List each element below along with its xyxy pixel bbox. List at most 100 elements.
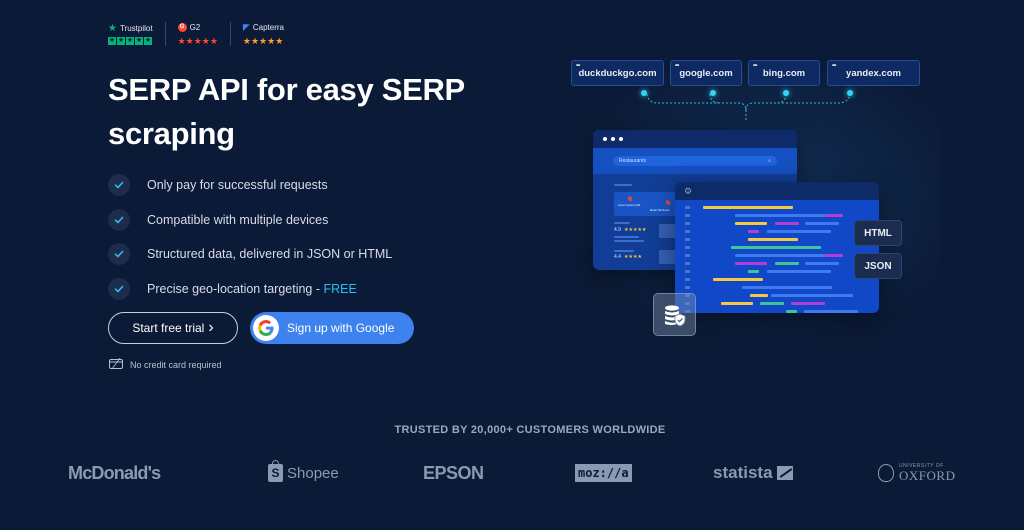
code-token xyxy=(771,294,853,297)
no-credit-card-note: No credit card required xyxy=(109,357,222,371)
code-token xyxy=(735,254,825,257)
mock-map: Lorem Ipsum Rd. Dolor Sit Amet xyxy=(614,192,684,216)
engine-label: duckduckgo.com xyxy=(578,67,657,79)
map-pin-icon xyxy=(626,195,634,202)
trusted-heading: TRUSTED BY 20,000+ CUSTOMERS WORLDWIDE xyxy=(394,424,666,436)
code-token xyxy=(775,222,799,225)
no-credit-card-text: No credit card required xyxy=(130,359,222,370)
window-dot xyxy=(611,137,615,141)
logo-shopee: S Shopee xyxy=(268,458,339,488)
code-token xyxy=(775,262,799,265)
line-number xyxy=(685,238,690,241)
feature-text: Precise geo-location targeting - FREE xyxy=(147,282,357,296)
logo-oxford: UNIVERSITY OF OXFORD xyxy=(878,458,955,488)
code-token xyxy=(748,230,759,233)
feature-item: Precise geo-location targeting - FREE xyxy=(108,272,392,307)
g2-logo-icon: G xyxy=(177,23,187,32)
check-icon xyxy=(108,208,130,231)
code-token xyxy=(735,262,767,265)
feature-text-main: Precise geo-location targeting xyxy=(147,281,313,296)
code-editor-mockup: ⚙ xyxy=(675,182,879,313)
check-icon xyxy=(108,277,130,300)
statista-text: statista xyxy=(713,463,773,482)
shopee-text: Shopee xyxy=(287,464,339,482)
oxford-crest-icon xyxy=(878,464,894,482)
placeholder-line xyxy=(614,240,644,242)
engine-card-google: ••• google.com xyxy=(670,60,742,86)
code-token xyxy=(760,302,784,305)
cta-buttons: Start free trial › Sign up with Google xyxy=(108,312,414,344)
feature-text: Only pay for successful requests xyxy=(147,178,328,193)
format-badge-html: HTML xyxy=(854,220,902,246)
browser-titlebar xyxy=(593,130,797,148)
chevron-right-icon: › xyxy=(208,319,214,336)
g2-rating[interactable]: G G2 ★★★★★ xyxy=(177,23,218,46)
code-token xyxy=(731,246,821,249)
engine-label: yandex.com xyxy=(846,67,901,79)
window-dot xyxy=(619,137,623,141)
check-icon xyxy=(108,243,130,266)
code-token xyxy=(713,278,763,281)
code-token xyxy=(750,294,768,297)
feature-item: Compatible with multiple devices xyxy=(108,203,392,238)
page-title: SERP API for easy SERP scraping xyxy=(108,72,465,151)
placeholder-line xyxy=(614,184,632,186)
code-token xyxy=(805,222,839,225)
capterra-logo-icon: ◤ xyxy=(242,22,250,32)
line-number xyxy=(685,206,690,209)
sign-up-google-label: Sign up with Google xyxy=(287,321,395,335)
free-highlight: FREE xyxy=(323,281,357,296)
line-number xyxy=(685,286,690,289)
sign-up-google-button[interactable]: Sign up with Google xyxy=(250,312,414,344)
shopee-bag-icon: S xyxy=(268,460,283,482)
divider xyxy=(164,22,166,46)
divider xyxy=(229,22,231,46)
code-token xyxy=(825,254,843,257)
engine-label: bing.com xyxy=(762,67,806,79)
customer-logos: McDonald's S Shopee EPSON moz://a statis… xyxy=(0,458,1024,488)
trustpilot-stars: ★ ★ ★ ★ ★ xyxy=(108,37,153,45)
star-icon: ★ xyxy=(108,37,116,45)
map-pin-icon xyxy=(664,199,672,206)
trustpilot-star-icon: ★ xyxy=(108,22,117,34)
window-dots-icon: ••• xyxy=(832,63,836,69)
star-icon: ★ xyxy=(144,37,152,45)
mozilla-text: moz://a xyxy=(575,464,632,482)
code-token xyxy=(703,206,793,209)
engine-card-duckduckgo: ••• duckduckgo.com xyxy=(571,60,664,86)
start-free-trial-button[interactable]: Start free trial › xyxy=(108,312,238,344)
code-token xyxy=(721,302,753,305)
window-dots-icon: ••• xyxy=(753,63,757,69)
map-label: Lorem Ipsum Rd. xyxy=(618,203,642,207)
code-token xyxy=(735,214,825,217)
result-stars: ★★★★ xyxy=(624,254,642,260)
browser-search-bar: Restaurants ⌕ xyxy=(593,148,797,174)
placeholder-line xyxy=(614,222,630,224)
capterra-rating[interactable]: ◤ Capterra ★★★★★ xyxy=(242,22,284,46)
code-token xyxy=(786,310,797,313)
result-rating: 4.4 xyxy=(614,254,621,260)
code-token xyxy=(804,310,858,313)
star-icon: ★ xyxy=(135,37,143,45)
map-label: Dolor Sit Amet xyxy=(650,208,670,212)
logo-epson: EPSON xyxy=(423,462,484,483)
capterra-label: Capterra xyxy=(252,23,284,32)
code-token xyxy=(742,286,832,289)
start-free-trial-label: Start free trial xyxy=(132,321,205,335)
feature-item: Structured data, delivered in JSON or HT… xyxy=(108,237,392,272)
editor-titlebar: ⚙ xyxy=(675,182,879,200)
engine-label: google.com xyxy=(679,67,733,79)
result-stars: ★★★★★ xyxy=(624,227,647,233)
trustpilot-rating[interactable]: ★ Trustpilot ★ ★ ★ ★ ★ xyxy=(108,23,153,45)
database-shield-icon xyxy=(653,293,696,336)
code-token xyxy=(748,270,759,273)
mock-search-box: Restaurants ⌕ xyxy=(613,156,777,166)
google-logo-icon xyxy=(253,315,279,341)
engine-card-yandex: ••• yandex.com xyxy=(827,60,920,86)
feature-item: Only pay for successful requests xyxy=(108,168,392,203)
line-number xyxy=(685,262,690,265)
code-token xyxy=(767,270,831,273)
check-icon xyxy=(108,174,130,197)
trustpilot-label: Trustpilot xyxy=(119,23,153,33)
logo-mozilla: moz://a xyxy=(575,458,632,488)
